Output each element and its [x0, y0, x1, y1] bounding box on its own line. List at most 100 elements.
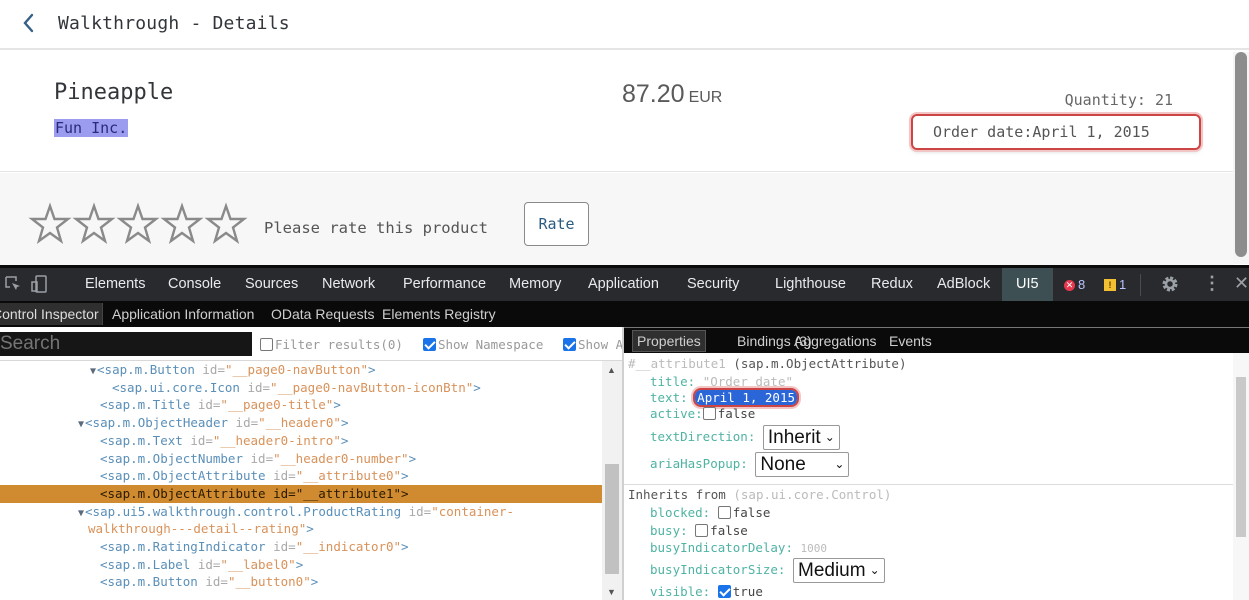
node-close: >: [310, 574, 319, 590]
tree-node[interactable]: ▼<sap.m.ObjectHeader id="__header0">: [0, 414, 602, 432]
checkbox-label: Filter results(0): [275, 337, 403, 352]
scroll-up-icon[interactable]: ▲: [607, 365, 616, 375]
tree-node-content: <sap.m.Button id="__button0">: [100, 573, 318, 591]
search-input[interactable]: [0, 332, 252, 356]
settings-gear-icon[interactable]: [1160, 274, 1180, 298]
node-tag: <sap.ui.core.Icon: [112, 379, 240, 395]
devtools-tab-adblock[interactable]: AdBlock: [937, 268, 990, 301]
busyIndicatorSize-select[interactable]: Medium ⌄: [793, 558, 885, 583]
prop-blocked: blocked: false: [650, 505, 770, 520]
tree-scrollbar[interactable]: ▲ ▼: [602, 361, 622, 600]
prop-key: ariaHasPopup:: [650, 456, 748, 471]
devtools-tab-application[interactable]: Application: [588, 268, 659, 301]
error-badge[interactable]: ✕ 8: [1064, 276, 1085, 294]
star-icon[interactable]: [204, 202, 248, 246]
star-icon[interactable]: [72, 202, 116, 246]
prop-value: false: [710, 523, 748, 538]
devtools-panel: Elements Console Sources Network Performance…: [0, 265, 1249, 600]
star-icon[interactable]: [28, 202, 72, 246]
ui5-subtab-odata-requests[interactable]: OData Requests: [271, 303, 375, 325]
tree-node[interactable]: ▼<sap.m.Button id="__page0-navButton">: [0, 361, 602, 379]
tree-node[interactable]: walkthrough---detail--rating">: [0, 520, 602, 538]
scrollbar-thumb[interactable]: [1236, 377, 1246, 537]
close-devtools-icon[interactable]: ✕: [1234, 273, 1249, 294]
node-value: "container-: [431, 503, 515, 519]
star-icon[interactable]: [116, 202, 160, 246]
expand-arrow-icon[interactable]: ▼: [78, 419, 84, 430]
devtools-tab-redux[interactable]: Redux: [871, 268, 913, 301]
page-scrollbar[interactable]: [1233, 52, 1249, 264]
control-title: #__attribute1 (sap.m.ObjectAttribute): [628, 356, 906, 371]
properties-body: #__attribute1 (sap.m.ObjectAttribute) ti…: [624, 353, 1233, 600]
expand-arrow-icon[interactable]: ▼: [90, 366, 96, 377]
inspect-element-icon[interactable]: [4, 275, 22, 297]
checkbox[interactable]: [260, 338, 273, 351]
tree-node[interactable]: <sap.m.ObjectAttribute id="__attribute0"…: [0, 467, 602, 485]
tree-node[interactable]: <sap.m.ObjectNumber id="__header0-number…: [0, 450, 602, 468]
tree-node[interactable]: <sap.ui.core.Icon id="__page0-navButton-…: [0, 379, 602, 397]
checkbox[interactable]: [695, 524, 709, 537]
prop-value[interactable]: 1000: [801, 542, 828, 555]
node-close: >: [401, 468, 409, 484]
devtools-tab-lighthouse[interactable]: Lighthouse: [775, 268, 846, 301]
ui5-subtab-control-inspector[interactable]: Control Inspector: [0, 303, 103, 325]
checkbox[interactable]: [563, 338, 576, 351]
node-close: >: [473, 379, 481, 395]
devtools-tab-sources[interactable]: Sources: [245, 268, 298, 301]
scroll-down-icon[interactable]: ▼: [607, 587, 616, 597]
node-close: >: [401, 485, 409, 501]
tree-node[interactable]: <sap.m.ObjectAttribute id="__attribute1"…: [0, 484, 602, 503]
tree-node-content: <sap.m.ObjectAttribute id="__attribute0"…: [100, 467, 409, 485]
node-close: >: [333, 397, 341, 413]
ui5-subtabs: Control Inspector Application Information…: [0, 301, 1249, 327]
prop-textDirection: textDirection: Inherit ⌄: [650, 425, 840, 450]
warning-badge[interactable]: ! 1: [1104, 276, 1126, 294]
properties-tab-aggregations[interactable]: Aggregations: [794, 330, 877, 352]
properties-tab-events[interactable]: Events: [889, 330, 932, 352]
filter-results-checkbox[interactable]: Filter results(0): [260, 337, 403, 352]
expand-arrow-icon[interactable]: ▼: [78, 508, 84, 519]
checkbox[interactable]: [717, 506, 731, 519]
devtools-tab-network[interactable]: Network: [322, 268, 375, 301]
star-icon[interactable]: [160, 202, 204, 246]
checkbox[interactable]: [702, 407, 716, 420]
prop-value-text-selected[interactable]: April 1, 2015: [695, 390, 798, 405]
prop-value[interactable]: "Order date": [703, 374, 793, 389]
checkbox[interactable]: [423, 338, 436, 351]
devtools-tab-console[interactable]: Console: [168, 268, 221, 301]
tree-node[interactable]: <sap.m.Title id="__page0-title">: [0, 396, 602, 414]
prop-key: busyIndicatorDelay:: [650, 540, 793, 555]
devtools-tab-ui5[interactable]: UI5: [1002, 268, 1053, 301]
tree-node[interactable]: <sap.m.Text id="__header0-intro">: [0, 432, 602, 450]
textDirection-select[interactable]: Inherit ⌄: [762, 425, 840, 450]
attribute-text: 21: [1154, 91, 1173, 109]
rating-indicator[interactable]: [28, 202, 248, 246]
back-button[interactable]: [16, 12, 40, 38]
ariaHasPopup-select[interactable]: None ⌄: [755, 452, 850, 477]
devtools-tab-elements[interactable]: Elements: [85, 268, 145, 301]
more-options-icon[interactable]: ⋮: [1203, 273, 1221, 294]
properties-scrollbar[interactable]: [1233, 353, 1249, 600]
properties-tab-properties[interactable]: Properties: [632, 330, 706, 352]
ui5-subtab-elements-registry[interactable]: Elements Registry: [382, 303, 496, 325]
devtools-tab-performance[interactable]: Performance: [403, 268, 486, 301]
object-header: Pineapple Fun Inc. 87.20 EUR Quantity: 21…: [0, 52, 1233, 172]
rate-button[interactable]: Rate: [524, 202, 589, 246]
scrollbar-thumb[interactable]: [1235, 52, 1247, 257]
tree-node[interactable]: <sap.m.Button id="__button0">: [0, 573, 602, 591]
node-close: >: [340, 432, 349, 448]
show-namespace-checkbox[interactable]: Show Namespace: [423, 337, 543, 352]
devtools-tab-security[interactable]: Security: [687, 268, 739, 301]
tree-node[interactable]: <sap.m.RatingIndicator id="__indicator0"…: [0, 538, 602, 556]
prop-visible: visible: true: [650, 584, 763, 599]
app: Walkthrough - Details Pineapple Fun Inc.…: [0, 0, 1249, 265]
checkbox[interactable]: [717, 585, 731, 598]
devtools-tab-memory[interactable]: Memory: [509, 268, 561, 301]
scrollbar-thumb[interactable]: [605, 464, 619, 574]
tree-node[interactable]: <sap.m.Label id="__label0">: [0, 556, 602, 574]
ui5-subtab-application-information[interactable]: Application Information: [112, 303, 254, 325]
chevron-down-icon: ⌄: [834, 457, 845, 471]
tree-node[interactable]: ▼<sap.ui5.walkthrough.control.ProductRat…: [0, 503, 602, 521]
device-toolbar-icon[interactable]: [30, 275, 48, 297]
node-close: >: [306, 521, 314, 537]
